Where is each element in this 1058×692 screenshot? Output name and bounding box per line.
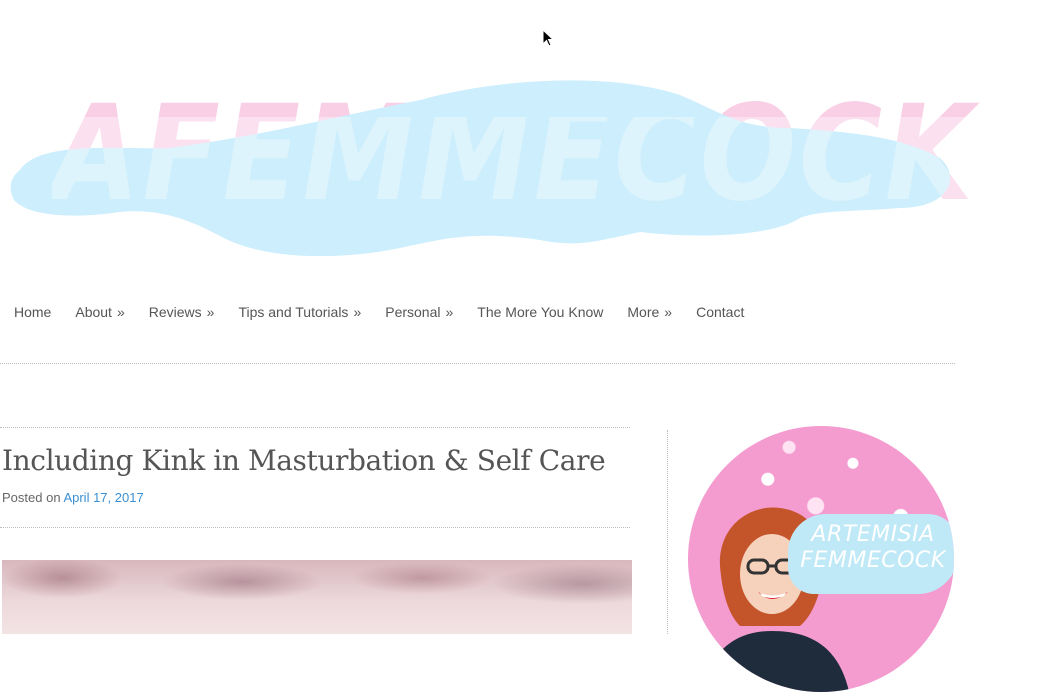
submenu-arrow-icon: » xyxy=(116,304,125,320)
post-meta: Posted on April 17, 2017 xyxy=(2,490,144,505)
logo-text-front: AFEMMECOCK xyxy=(52,77,976,231)
post-divider-bottom xyxy=(0,527,630,528)
site-logo[interactable]: AFEMMECOCK AFEMMECOCK xyxy=(0,40,973,270)
arrow-cursor-icon xyxy=(542,29,554,47)
nav-item-label: More xyxy=(627,304,660,320)
nav-item-reviews[interactable]: Reviews» xyxy=(149,304,215,320)
nav-item-home[interactable]: Home xyxy=(14,304,51,320)
main-nav: Home About» Reviews» Tips and Tutorials»… xyxy=(14,304,768,320)
nav-divider xyxy=(0,363,955,364)
nav-item-label: About xyxy=(75,304,112,320)
sidebar-divider xyxy=(667,430,668,634)
submenu-arrow-icon: » xyxy=(353,304,362,320)
nav-item-label: Home xyxy=(14,304,52,320)
nav-item-label: Contact xyxy=(696,304,745,320)
post-meta-prefix: Posted on xyxy=(2,490,61,505)
post-date-link[interactable]: April 17, 2017 xyxy=(63,490,143,505)
post-title[interactable]: Including Kink in Masturbation & Self Ca… xyxy=(2,444,642,477)
post-divider-top xyxy=(0,427,630,428)
nav-item-tips-and-tutorials[interactable]: Tips and Tutorials» xyxy=(238,304,361,320)
nav-item-more[interactable]: More» xyxy=(627,304,672,320)
submenu-arrow-icon: » xyxy=(664,304,673,320)
nav-item-label: Tips and Tutorials xyxy=(238,304,349,320)
nav-item-personal[interactable]: Personal» xyxy=(385,304,453,320)
nav-item-about[interactable]: About» xyxy=(75,304,124,320)
nav-item-label: Personal xyxy=(385,304,441,320)
avatar-badge-line1: ARTEMISIA xyxy=(811,522,935,547)
avatar-badge-line2: FEMMECOCK xyxy=(800,548,946,573)
submenu-arrow-icon: » xyxy=(206,304,215,320)
featured-image[interactable] xyxy=(2,560,632,634)
author-avatar[interactable]: ARTEMISIA FEMMECOCK xyxy=(688,426,954,692)
avatar-badge-text: ARTEMISIA FEMMECOCK xyxy=(798,522,948,574)
nav-item-label: The More You Know xyxy=(477,304,604,320)
submenu-arrow-icon: » xyxy=(445,304,454,320)
nav-item-label: Reviews xyxy=(148,304,202,320)
nav-item-the-more-you-know[interactable]: The More You Know xyxy=(477,304,603,320)
nav-item-contact[interactable]: Contact xyxy=(696,304,744,320)
